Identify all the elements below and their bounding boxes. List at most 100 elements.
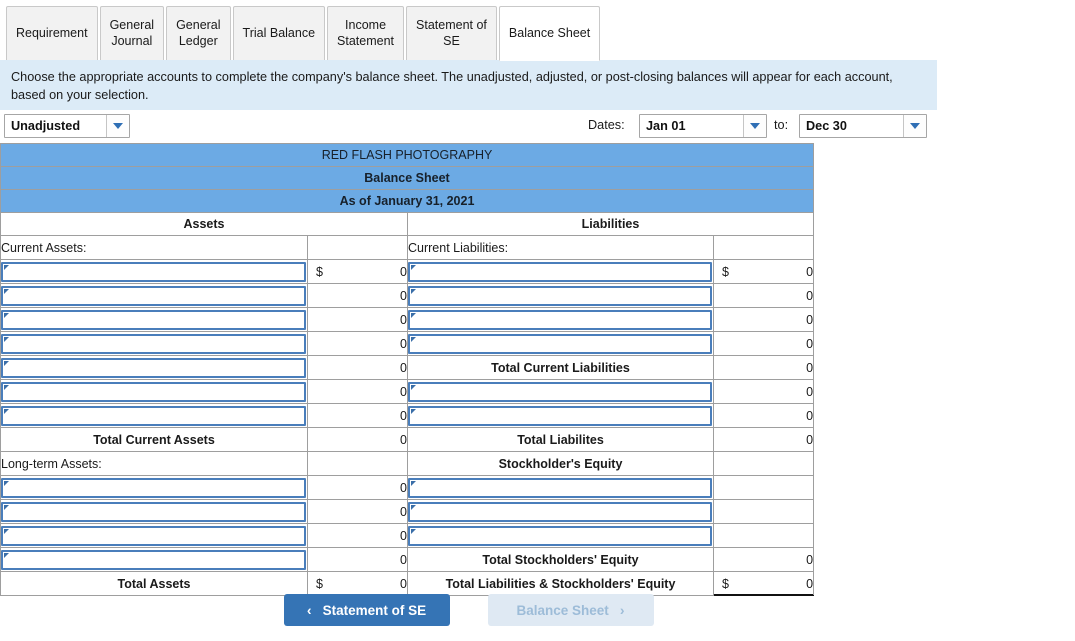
total-liabilities-label: Total Liabilites [407,427,714,452]
date-from-dropdown[interactable]: Jan 01 [639,114,767,138]
longterm-asset-amount-4-value: 0 [400,552,407,567]
longterm-asset-account-picker-4[interactable] [1,549,306,570]
current-liability-account-picker-1[interactable] [408,261,712,282]
total-liabilities-amount-cell: 0 [712,427,815,452]
current-liability-account-picker-3[interactable] [408,309,712,330]
total-current-assets-label: Total Current Assets [0,427,308,452]
current-asset-account-picker-4[interactable] [1,333,306,354]
table-row: 0 Total Stockholders' Equity 0 [0,547,815,572]
tab-requirement[interactable]: Requirement [6,6,98,61]
balance-sheet-body: RED FLASH PHOTOGRAPHY Balance Sheet As of … [0,143,815,596]
total-current-assets-amount-cell: 0 [307,427,408,452]
balance-sheet-page: Requirement General Journal General Ledger… [0,0,1075,641]
tab-trial-balance[interactable]: Trial Balance [232,6,326,61]
current-liability-account-picker-4-cell [407,331,714,356]
tab-bar: Requirement General Journal General Ledger… [0,6,1075,62]
total-current-assets-amount-value: 0 [400,432,407,447]
equity-account-picker-3[interactable] [408,525,712,546]
current-asset-amount-1-cell: $0 [307,259,408,284]
current-asset-account-picker-3-cell [0,307,308,332]
company-name-row: RED FLASH PHOTOGRAPHY [0,143,815,167]
longterm-asset-amount-2-value: 0 [400,504,407,519]
current-asset-account-picker-4-cell [0,331,308,356]
longterm-liability-account-picker-1[interactable] [408,381,712,402]
company-name: RED FLASH PHOTOGRAPHY [0,143,815,167]
longterm-liability-amount-2-cell: 0 [712,403,815,428]
previous-button-label: Statement of SE [322,602,427,618]
table-row: 00 [0,331,815,356]
current-asset-account-picker-3[interactable] [1,309,306,330]
longterm-assets-label: Long-term Assets: [0,451,308,476]
longterm-asset-amount-3-value: 0 [400,528,407,543]
equity-account-picker-3-cell [407,523,714,548]
equity-account-picker-2[interactable] [408,501,712,522]
current-liability-amount-3-value: 0 [806,312,814,327]
tab-balance-sheet[interactable]: Balance Sheet [498,6,601,61]
previous-statement-of-se-button[interactable]: ‹ Statement of SE [283,594,450,626]
equity-account-picker-1[interactable] [408,477,712,498]
longterm-liability-account-picker-1-cell [407,379,714,404]
current-liability-account-picker-4[interactable] [408,333,712,354]
total-liabilities-and-equity-amount-value: 0 [806,576,814,591]
current-asset-amount-2-cell: 0 [307,283,408,308]
current-asset-account-picker-7-cell [0,403,308,428]
longterm-asset-account-picker-1[interactable] [1,477,306,498]
longterm-asset-account-picker-4-cell [0,547,308,572]
controls-row: Unadjusted Dates: Jan 01 to: Dec 30 [0,114,937,140]
current-asset-account-picker-7[interactable] [1,405,306,426]
current-asset-account-picker-5[interactable] [1,357,306,378]
longterm-asset-account-picker-2[interactable] [1,501,306,522]
current-assets-label: Current Assets: [0,235,308,260]
liabilities-header: Liabilities [406,212,815,236]
current-asset-account-picker-5-cell [0,355,308,380]
total-stockholders-equity-amount-value: 0 [806,552,814,567]
current-liability-account-picker-2-cell [407,283,714,308]
date-from-dropdown-button[interactable] [743,115,766,137]
balance-type-dropdown[interactable]: Unadjusted [4,114,130,138]
current-asset-amount-1-value: 0 [400,264,407,279]
total-assets-amount-value: 0 [400,576,407,591]
section-headers-row: Assets Liabilities [0,212,815,236]
statement-date-row: As of January 31, 2021 [0,189,815,213]
current-section-label-row: Current Assets: Current Liabilities: [0,235,815,260]
date-to-dropdown[interactable]: Dec 30 [799,114,927,138]
longterm-equity-label-row: Long-term Assets: Stockholder's Equity [0,451,815,476]
current-asset-account-picker-6[interactable] [1,381,306,402]
current-asset-amount-5-cell: 0 [307,355,408,380]
stockholders-equity-header: Stockholder's Equity [407,451,714,476]
current-liabilities-amount-spacer [712,235,815,260]
tab-general-ledger[interactable]: General Ledger [166,6,231,61]
longterm-asset-account-picker-3[interactable] [1,525,306,546]
tab-statement-of-se[interactable]: Statement of SE [406,6,497,61]
instruction-text: Choose the appropriate accounts to compl… [11,70,893,103]
date-to-value: Dec 30 [806,119,847,133]
current-asset-amount-3-cell: 0 [307,307,408,332]
table-row: 0 Total Current Liabilities 0 [0,355,815,380]
table-row: 0 [0,499,815,524]
instruction-banner: Choose the appropriate accounts to compl… [0,60,937,110]
current-asset-account-picker-2[interactable] [1,285,306,306]
current-asset-amount-5-value: 0 [400,360,407,375]
longterm-liability-account-picker-2[interactable] [408,405,712,426]
table-row: 0 [0,523,815,548]
table-row: $0 $0 [0,259,815,284]
current-asset-account-picker-1-cell [0,259,308,284]
current-liability-account-picker-1-cell [407,259,714,284]
balance-type-value: Unadjusted [11,119,81,133]
current-liability-amount-4-value: 0 [806,336,814,351]
current-liability-account-picker-2[interactable] [408,285,712,306]
assets-header: Assets [0,212,408,236]
total-current-liabilities-amount-value: 0 [806,360,814,375]
chevron-left-icon: ‹ [306,602,312,618]
tab-income-statement[interactable]: Income Statement [327,6,405,61]
equity-account-picker-2-cell [407,499,714,524]
table-row: 00 [0,403,815,428]
chevron-down-icon [910,123,920,129]
longterm-liability-amount-1-value: 0 [806,384,814,399]
current-asset-account-picker-1[interactable] [1,261,306,282]
tab-general-journal[interactable]: General Journal [99,6,165,61]
date-to-dropdown-button[interactable] [903,115,926,137]
total-stockholders-equity-label: Total Stockholders' Equity [407,547,714,572]
balance-type-dropdown-button[interactable] [106,115,129,137]
next-balance-sheet-button[interactable]: Balance Sheet › [487,594,654,626]
